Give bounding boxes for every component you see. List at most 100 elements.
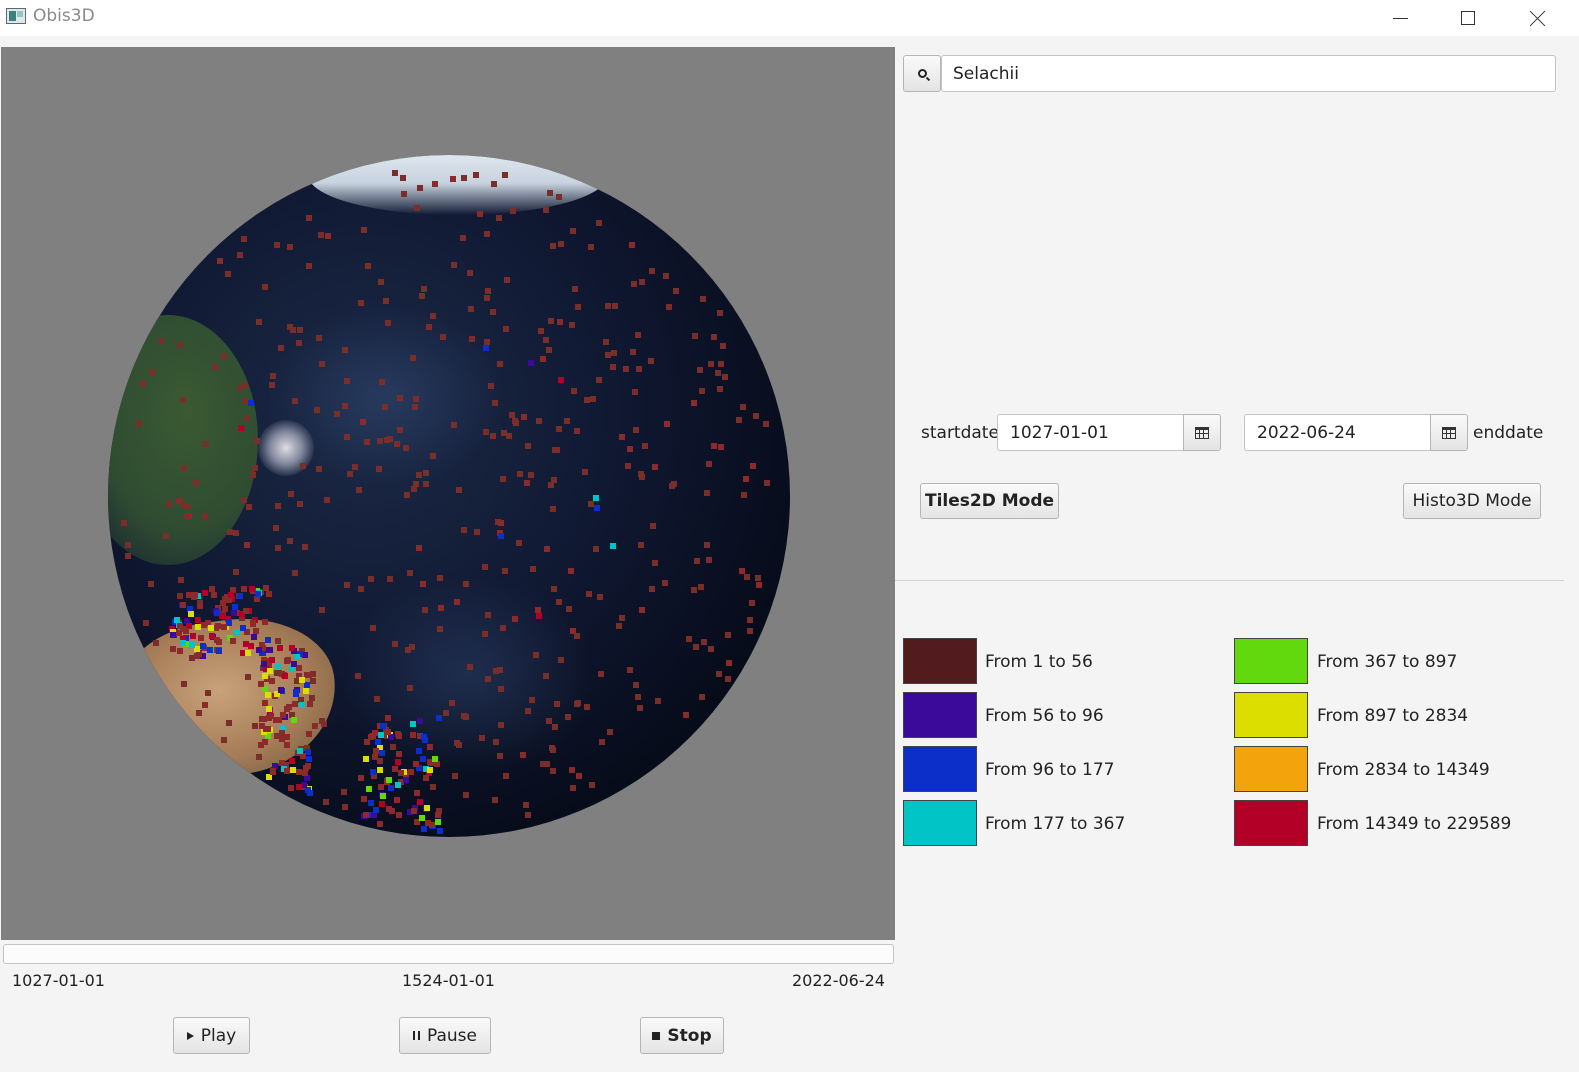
occurrence-tile	[716, 671, 722, 677]
search-button[interactable]	[903, 55, 941, 92]
occurrence-tile	[430, 313, 436, 319]
occurrence-tile	[456, 487, 462, 493]
occurrence-tile	[342, 804, 348, 810]
occurrence-tile	[422, 607, 428, 613]
occurrence-tile	[307, 790, 313, 796]
occurrence-tile	[413, 761, 419, 767]
occurrence-tile	[256, 754, 262, 760]
occurrence-tile	[284, 742, 290, 748]
occurrence-tile	[263, 726, 269, 732]
occurrence-tile	[569, 767, 575, 773]
histo3d-mode-button[interactable]: Histo3D Mode	[1403, 483, 1541, 519]
occurrence-tile	[437, 626, 443, 632]
occurrence-tile	[633, 427, 639, 433]
occurrence-tile	[493, 739, 499, 745]
occurrence-tile	[437, 828, 443, 834]
occurrence-tile	[387, 576, 393, 582]
occurrence-tile	[193, 480, 199, 486]
occurrence-tile	[715, 370, 721, 376]
occurrence-tile	[623, 366, 629, 372]
occurrence-tile	[303, 688, 309, 694]
occurrence-tile	[410, 355, 416, 361]
occurrence-tile	[474, 529, 480, 535]
occurrence-tile	[302, 544, 308, 550]
occurrence-tile	[414, 790, 420, 796]
occurrence-tile	[217, 258, 223, 264]
occurrence-tile	[377, 767, 383, 773]
occurrence-tile	[316, 335, 322, 341]
occurrence-tile	[564, 418, 570, 424]
occurrence-tile	[543, 337, 549, 343]
occurrence-tile	[430, 784, 436, 790]
occurrence-tile	[251, 634, 257, 640]
occurrence-tile	[616, 623, 622, 629]
globe-viewport[interactable]	[1, 47, 895, 940]
occurrence-tile	[571, 388, 577, 394]
occurrence-tile	[741, 492, 747, 498]
globe[interactable]	[108, 155, 790, 837]
occurrence-tile	[599, 739, 605, 745]
occurrence-tile	[214, 637, 220, 643]
occurrence-tile	[642, 443, 648, 449]
timeline-progress-bar[interactable]	[3, 944, 894, 964]
occurrence-tile	[463, 581, 469, 587]
occurrence-tile	[666, 304, 672, 310]
occurrence-tile	[230, 638, 236, 644]
occurrence-tile	[546, 718, 552, 724]
occurrence-tile	[360, 419, 366, 425]
minimize-button[interactable]	[1366, 0, 1434, 36]
occurrence-tile	[181, 681, 187, 687]
occurrence-tile	[276, 717, 282, 723]
startdate-picker-button[interactable]	[1183, 414, 1221, 451]
occurrence-tile	[180, 602, 186, 608]
occurrence-tile	[558, 241, 564, 247]
occurrence-tile	[525, 443, 531, 449]
search-input[interactable]	[941, 55, 1556, 92]
occurrence-tile	[498, 722, 504, 728]
occurrence-tile	[370, 769, 376, 775]
occurrence-tile	[575, 304, 581, 310]
legend-swatch	[903, 638, 977, 684]
occurrence-tile	[450, 176, 456, 182]
occurrence-tile	[544, 761, 550, 767]
occurrence-tile	[463, 792, 469, 798]
occurrence-tile	[248, 643, 254, 649]
close-button[interactable]	[1504, 0, 1572, 36]
occurrence-tile	[749, 600, 755, 606]
occurrence-tile	[140, 381, 146, 387]
occurrence-tile	[503, 326, 509, 332]
occurrence-tile	[498, 533, 504, 539]
occurrence-tile	[275, 638, 281, 644]
occurrence-tile	[650, 523, 656, 529]
occurrence-tile	[575, 700, 581, 706]
stop-button[interactable]: Stop	[640, 1017, 724, 1054]
pause-button[interactable]: Pause	[399, 1017, 491, 1054]
occurrence-tile	[417, 799, 423, 805]
startdate-field[interactable]	[997, 414, 1184, 451]
maximize-button[interactable]	[1434, 0, 1502, 36]
enddate-field[interactable]	[1244, 414, 1431, 451]
occurrence-tile	[498, 520, 504, 526]
occurrence-tile	[170, 632, 176, 638]
occurrence-tile	[503, 773, 509, 779]
tiles2d-mode-button[interactable]: Tiles2D Mode	[920, 483, 1059, 519]
play-button[interactable]: Play	[173, 1017, 250, 1054]
occurrence-tile	[389, 808, 395, 814]
occurrence-tile	[717, 310, 723, 316]
occurrence-tile	[708, 646, 714, 652]
occurrence-tile	[401, 191, 407, 197]
occurrence-tile	[697, 367, 703, 373]
occurrence-tile	[383, 298, 389, 304]
occurrence-tile	[408, 769, 414, 775]
occurrence-tile	[190, 633, 196, 639]
occurrence-tile	[125, 553, 131, 559]
occurrence-tile	[363, 812, 369, 818]
occurrence-tile	[386, 777, 392, 783]
occurrence-tile	[380, 793, 386, 799]
occurrence-tile	[463, 714, 469, 720]
occurrence-tile	[261, 661, 267, 667]
occurrence-tile	[558, 657, 564, 663]
enddate-picker-button[interactable]	[1430, 414, 1468, 451]
occurrence-tile	[274, 242, 280, 248]
play-icon	[186, 1031, 194, 1040]
